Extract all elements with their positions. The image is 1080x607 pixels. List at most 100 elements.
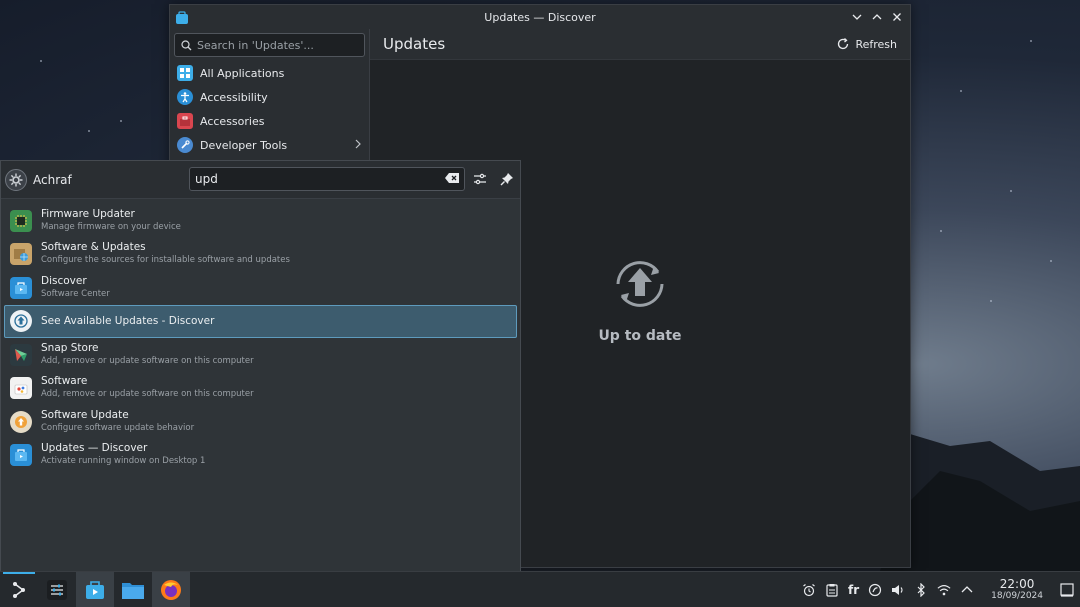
search-icon (181, 39, 192, 50)
snap-icon (10, 343, 32, 366)
taskbar-firefox-button[interactable] (152, 571, 190, 607)
network-status-icon[interactable] (868, 583, 882, 597)
search-query: upd (195, 172, 218, 186)
chevron-down-icon (852, 14, 862, 20)
toolbox-icon (177, 113, 193, 129)
taskbar-files-button[interactable] (114, 572, 152, 607)
result-title: Software & Updates (41, 241, 146, 254)
gear-icon (9, 173, 23, 186)
taskbar-settings-button[interactable] (38, 572, 76, 607)
show-desktop-button[interactable] (1060, 582, 1074, 597)
result-title: Updates — Discover (41, 442, 148, 455)
package-globe-icon (10, 243, 32, 266)
software-update-icon (10, 410, 32, 433)
pin-button[interactable] (498, 170, 516, 188)
user-info[interactable]: Achraf (5, 168, 72, 191)
page-header: Updates Refresh (370, 29, 910, 60)
result-subtitle: Software Center (41, 288, 110, 299)
result-item-discover[interactable]: Discover Software Center (4, 271, 517, 305)
close-icon (893, 13, 901, 21)
launcher-search-input[interactable]: upd (189, 167, 465, 191)
taskbar-discover-button[interactable] (76, 571, 114, 607)
result-item-updates-discover[interactable]: Updates — Discover Activate running wind… (4, 439, 517, 473)
result-title: Snap Store (41, 341, 99, 354)
bluetooth-icon[interactable] (914, 582, 928, 597)
search-input[interactable]: Search in 'Updates'... (174, 33, 365, 57)
result-subtitle: Activate running window on Desktop 1 (41, 456, 206, 467)
page-title: Updates (383, 35, 446, 53)
avatar (5, 168, 27, 191)
wrench-icon (177, 137, 193, 153)
taskbar: fr 22:00 18/09/2024 (0, 571, 1080, 607)
volume-icon[interactable] (891, 583, 905, 597)
search-results-list: Firmware Updater Manage firmware on your… (1, 198, 520, 472)
discover-app-icon (175, 10, 189, 24)
maximize-button[interactable] (870, 10, 884, 24)
digital-clock[interactable]: 22:00 18/09/2024 (991, 578, 1043, 602)
folder-icon (122, 582, 144, 599)
result-item-see-available-updates[interactable]: See Available Updates - Discover (4, 304, 517, 338)
alarm-clock-icon[interactable] (802, 583, 816, 597)
sidebar-item-label: All Applications (200, 66, 285, 80)
window-titlebar[interactable]: Updates — Discover (170, 5, 910, 29)
result-title: See Available Updates - Discover (41, 314, 215, 327)
result-title: Software (41, 375, 88, 388)
sidebar-item-accessories[interactable]: Accessories (170, 109, 369, 133)
refresh-icon (838, 38, 849, 50)
close-button[interactable] (890, 10, 904, 24)
result-item-software-update[interactable]: Software Update Configure software updat… (4, 405, 517, 439)
application-launcher-button[interactable] (0, 571, 38, 607)
clock-time: 22:00 (999, 576, 1035, 591)
keyboard-layout-indicator[interactable]: fr (848, 583, 859, 597)
sidebar-item-label: Accessibility (200, 90, 268, 104)
chevron-up-icon[interactable] (960, 583, 974, 597)
sidebar-item-accessibility[interactable]: Accessibility (170, 85, 369, 109)
configure-button[interactable] (471, 170, 489, 188)
result-item-snap-store[interactable]: Snap Store Add, remove or update softwar… (4, 338, 517, 372)
result-subtitle: Add, remove or update software on this c… (41, 389, 254, 400)
chevron-up-icon (872, 14, 882, 20)
launcher-icon (13, 581, 25, 598)
launcher-header: Achraf upd (1, 161, 520, 198)
result-item-software[interactable]: Software Add, remove or update software … (4, 372, 517, 406)
sidebar-item-label: Developer Tools (200, 138, 288, 152)
minimize-button[interactable] (850, 10, 864, 24)
result-item-software-updates[interactable]: Software & Updates Configure the sources… (4, 238, 517, 272)
refresh-button[interactable]: Refresh (836, 37, 897, 51)
result-title: Discover (41, 274, 87, 287)
clear-search-button[interactable] (445, 172, 459, 186)
sidebar-item-developer-tools[interactable]: Developer Tools (170, 133, 369, 157)
software-bag-icon (10, 377, 32, 400)
update-arrow-icon (616, 261, 664, 307)
accessibility-icon (177, 89, 193, 105)
update-icon (10, 310, 32, 333)
firefox-icon (161, 579, 181, 600)
result-item-firmware-updater[interactable]: Firmware Updater Manage firmware on your… (4, 204, 517, 238)
user-name: Achraf (33, 172, 72, 187)
window-title: Updates — Discover (484, 10, 596, 24)
result-subtitle: Configure the sources for installable so… (41, 255, 290, 266)
discover-icon (10, 444, 32, 467)
discover-icon (86, 580, 104, 599)
app-launcher-popup: Achraf upd Firmware Updater Manage firmw… (0, 160, 521, 572)
sidebar-item-all-applications[interactable]: All Applications (170, 61, 369, 85)
system-tray: fr 22:00 18/09/2024 (802, 578, 1080, 602)
grid-icon (177, 65, 193, 81)
result-subtitle: Manage firmware on your device (41, 221, 181, 232)
chevron-right-icon (354, 139, 362, 152)
result-title: Firmware Updater (41, 207, 135, 220)
result-subtitle: Configure software update behavior (41, 422, 195, 433)
sliders-icon (474, 173, 486, 185)
discover-icon (10, 276, 32, 299)
backspace-icon (445, 173, 459, 183)
wifi-icon[interactable] (937, 583, 951, 597)
refresh-label: Refresh (855, 37, 897, 51)
sliders-icon (47, 579, 67, 600)
pin-icon (500, 173, 513, 186)
sidebar-item-label: Accessories (200, 114, 265, 128)
result-subtitle: Add, remove or update software on this c… (41, 355, 254, 366)
clock-date: 18/09/2024 (991, 590, 1043, 601)
desktop-icon (1060, 582, 1074, 597)
result-title: Software Update (41, 408, 129, 421)
clipboard-icon[interactable] (825, 583, 839, 597)
